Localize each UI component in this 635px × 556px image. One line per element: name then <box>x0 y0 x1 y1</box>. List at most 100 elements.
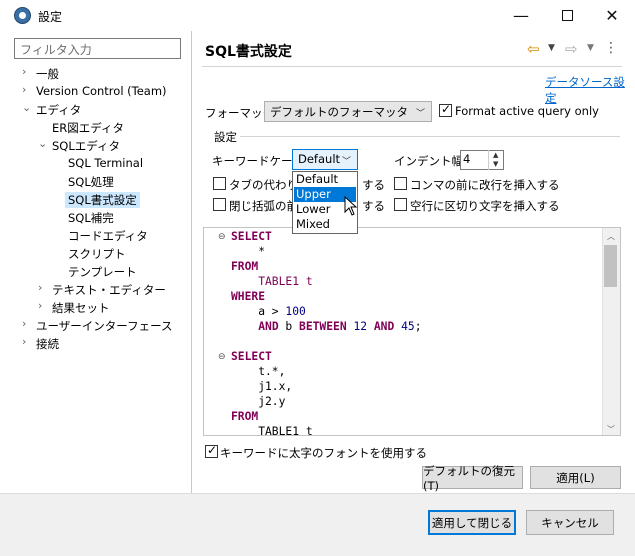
code-token: * <box>231 245 266 258</box>
tree-item[interactable]: SQL補完 <box>68 210 114 226</box>
indent-width-value[interactable]: 4 <box>463 152 470 166</box>
code-line: TABLE1 t <box>231 275 313 288</box>
code-line: j1.x, <box>231 380 292 393</box>
tree-item[interactable]: ⌄ エディタ <box>22 101 82 118</box>
tree-item-label: SQL補完 <box>68 211 114 225</box>
close-paren-checkbox[interactable] <box>213 198 226 211</box>
app-icon <box>14 7 31 24</box>
chevron-down-icon[interactable]: ⌄ <box>22 101 31 114</box>
tree-item-label: コードエディタ <box>68 229 148 243</box>
tree-item[interactable]: › 接続 <box>22 335 59 352</box>
restore-defaults-button[interactable]: デフォルトの復元(T) <box>422 464 523 493</box>
tree-item-label: 一般 <box>36 67 59 81</box>
tree-item-label: SQLエディタ <box>52 139 120 153</box>
tree-item-label: スクリプト <box>68 247 126 261</box>
tree-item[interactable]: SQL書式設定 <box>65 192 140 208</box>
formatter-select[interactable]: デフォルトのフォーマッタ ﹀ <box>264 101 432 122</box>
maximize-button[interactable] <box>544 0 590 31</box>
code-token: FROM <box>231 260 259 273</box>
code-token: t.*, <box>231 365 286 378</box>
code-token: WHERE <box>231 290 266 303</box>
chevron-right-icon[interactable]: › <box>38 281 42 294</box>
format-active-query-checkbox[interactable] <box>439 102 452 117</box>
use-spaces-checkbox[interactable] <box>213 177 226 190</box>
blank-line-delimiter-checkbox[interactable] <box>394 198 407 211</box>
filter-input[interactable]: フィルタ入力 <box>14 38 181 59</box>
tree-item[interactable]: SQL処理 <box>68 174 114 190</box>
tree-item-label: Version Control (Team) <box>36 84 167 98</box>
newline-before-comma-label: コンマの前に改行を挿入する <box>410 178 560 192</box>
code-token: AND <box>373 320 395 333</box>
tree-item[interactable]: SQL Terminal <box>68 156 143 170</box>
newline-before-comma-checkbox[interactable] <box>394 177 407 190</box>
code-line: t.*, <box>231 365 285 378</box>
dropdown-option-mixed[interactable]: Mixed <box>294 217 356 232</box>
apply-button[interactable]: 適用(L) <box>530 466 621 489</box>
chevron-right-icon[interactable]: › <box>22 335 26 348</box>
chevron-right-icon[interactable]: › <box>22 317 26 330</box>
bold-keywords-checkbox[interactable] <box>205 443 218 458</box>
tree-item[interactable]: › 一般 <box>22 65 59 82</box>
chevron-right-icon[interactable]: › <box>22 83 26 96</box>
settings-group-border <box>240 136 620 137</box>
blank-line-delimiter-label: 空行に区切り文字を挿入する <box>410 199 560 213</box>
back-arrow-icon[interactable]: ⇦ <box>527 40 540 58</box>
forward-arrow-icon[interactable]: ⇨ <box>565 40 578 58</box>
code-token: BETWEEN <box>299 320 347 333</box>
indent-width-label: インデント幅: <box>394 154 467 168</box>
code-token: AND <box>258 320 279 333</box>
spin-down-icon[interactable]: ▼ <box>493 160 498 168</box>
chevron-right-icon[interactable]: › <box>22 65 26 78</box>
use-spaces-label-end: する <box>362 178 385 192</box>
cancel-button[interactable]: キャンセル <box>526 510 614 535</box>
scroll-down-icon[interactable]: ﹀ <box>607 424 615 435</box>
tree-item[interactable]: コードエディタ <box>68 228 148 244</box>
sql-preview-editor[interactable]: SELECT * FROM TABLE1 t WHERE a > 100 AND b… <box>203 227 621 436</box>
code-token: SELECT <box>231 350 272 363</box>
bold-keywords-label: キーワードに太字のフォントを使用する <box>220 446 427 460</box>
settings-group-label: 設定 <box>214 130 237 144</box>
code-line: * <box>231 245 265 258</box>
code-line: FROM <box>231 410 258 423</box>
code-token: SELECT <box>231 230 272 243</box>
spin-up-icon[interactable]: ▲ <box>493 151 498 159</box>
tree-item[interactable]: › Version Control (Team) <box>22 83 167 98</box>
tree-item[interactable]: ER図エディタ <box>52 120 124 136</box>
code-line: a > 100 <box>231 305 306 318</box>
tree-item[interactable]: › 結果セット <box>38 299 110 316</box>
tree-item[interactable]: ⌄ SQLエディタ <box>38 137 120 154</box>
mouse-cursor-icon <box>344 196 358 216</box>
code-token: 45 <box>401 320 415 333</box>
editor-scrollbar-thumb[interactable] <box>604 245 617 287</box>
scroll-up-icon[interactable]: ︿ <box>607 231 615 242</box>
code-line: AND b BETWEEN 12 AND 45; <box>231 320 421 333</box>
tree-item-label: SQL Terminal <box>68 156 144 170</box>
apply-and-close-button[interactable]: 適用して閉じる <box>428 510 516 535</box>
code-token: TABLE1 t <box>231 425 313 436</box>
minimize-button[interactable]: — <box>498 0 544 31</box>
keyword-case-select[interactable]: Default ﹀ <box>292 149 358 170</box>
code-token: TABLE1 t <box>231 275 313 288</box>
tree-item[interactable]: › ユーザーインターフェース <box>22 317 173 334</box>
tree-item-label: 結果セット <box>52 301 110 315</box>
tree-item[interactable]: テンプレート <box>68 264 137 280</box>
tree-item-label: SQL処理 <box>68 175 114 189</box>
tree-item-label: エディタ <box>36 103 82 117</box>
fold-collapse-icon[interactable]: ⊖ <box>218 352 226 362</box>
forward-history-dropdown-icon[interactable]: ▼ <box>587 43 594 53</box>
back-history-dropdown-icon[interactable]: ▼ <box>548 43 555 53</box>
close-button[interactable]: ✕ <box>589 0 635 31</box>
tree-item-label: SQL書式設定 <box>68 193 137 207</box>
datasource-settings-link[interactable]: データソース設定 <box>545 74 635 106</box>
fold-collapse-icon[interactable]: ⊖ <box>218 232 226 242</box>
dropdown-option-default[interactable]: Default <box>294 172 356 187</box>
tree-item-label: ER図エディタ <box>52 121 124 135</box>
chevron-down-icon[interactable]: ⌄ <box>38 137 47 150</box>
indent-spinner-buttons[interactable]: ▲ ▼ <box>488 150 504 170</box>
tree-item[interactable]: › テキスト・エディター <box>38 281 166 298</box>
tree-item[interactable]: スクリプト <box>68 246 126 262</box>
chevron-right-icon[interactable]: › <box>38 299 42 312</box>
view-menu-icon[interactable]: ⋮ <box>604 40 618 56</box>
